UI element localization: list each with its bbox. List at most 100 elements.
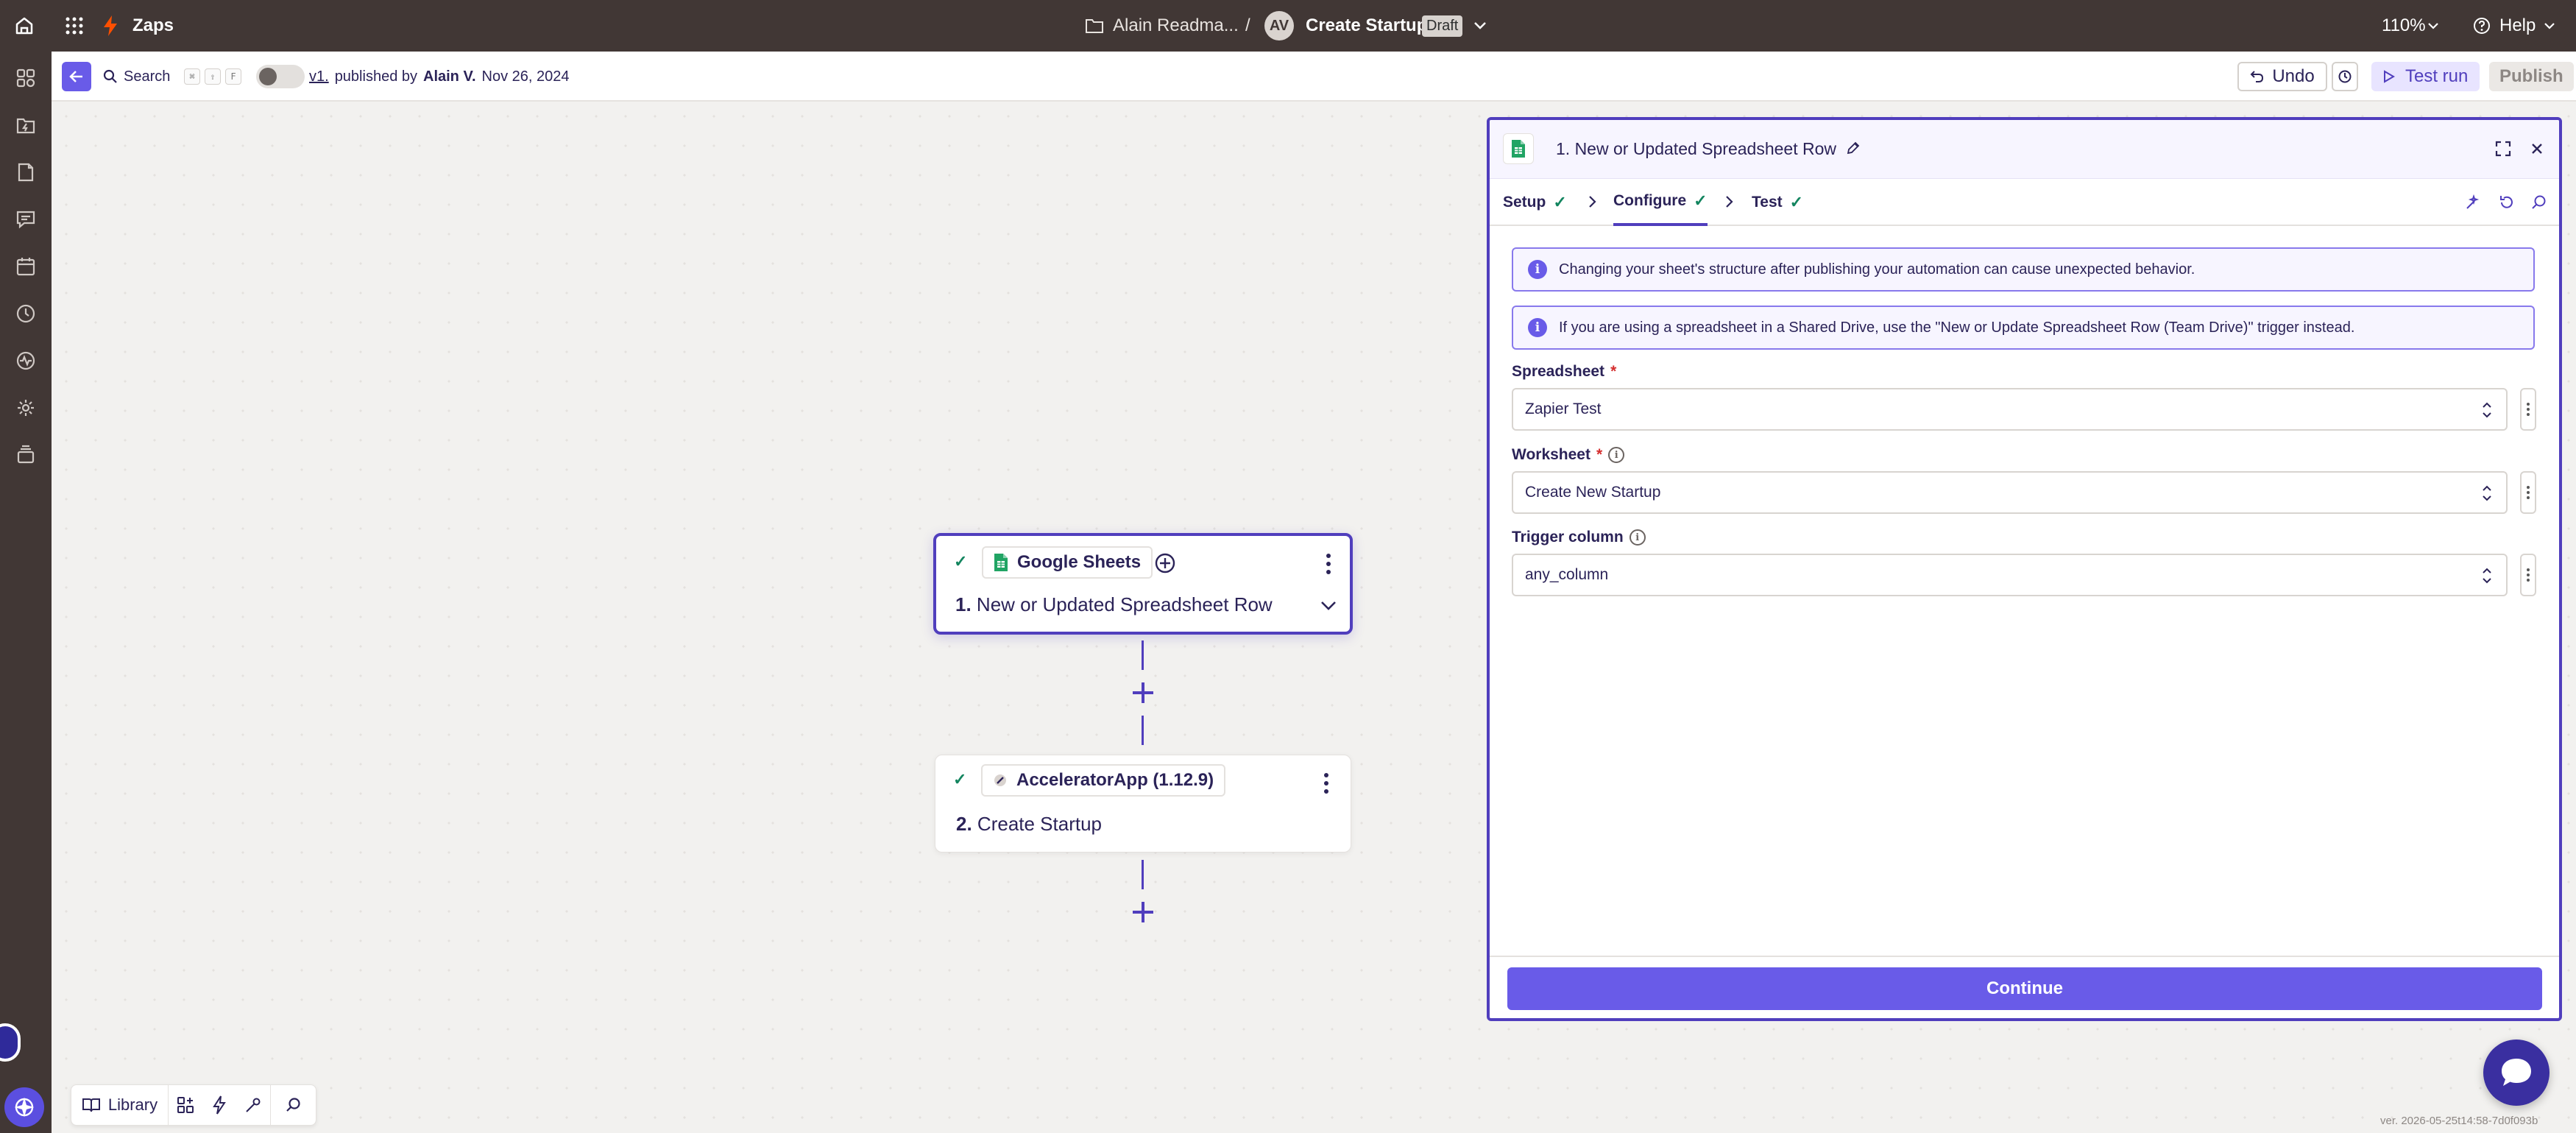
add-circle-icon[interactable]	[1154, 552, 1176, 578]
select-value: Zapier Test	[1525, 400, 1602, 417]
checkmark-icon: ✓	[1694, 191, 1708, 210]
library-button[interactable]: Library	[71, 1084, 169, 1126]
zaps-icon[interactable]	[13, 112, 39, 138]
zap-title[interactable]: Create Startup	[1306, 0, 1427, 52]
trigger-column-select[interactable]: any_column	[1512, 554, 2508, 596]
refresh-icon[interactable]	[2498, 194, 2516, 215]
more-options-icon[interactable]	[2520, 388, 2536, 431]
tables-icon[interactable]	[13, 159, 39, 186]
shortcut-key: ⇧	[205, 68, 221, 85]
editor-toolbar: Search ⌘ ⇧ F v1. published by Alain V. N…	[52, 52, 2576, 102]
search-label: Search	[124, 68, 171, 85]
copilot-icon[interactable]	[4, 1087, 44, 1127]
more-options-icon[interactable]	[2520, 471, 2536, 514]
calendar-icon[interactable]	[13, 253, 39, 280]
folder-name[interactable]: Alain Readma...	[1113, 0, 1239, 52]
zaps-link[interactable]: Zaps	[132, 0, 174, 52]
avatar[interactable]: AV	[1264, 0, 1294, 52]
version-text: ver. 2026-05-25t14:58-7d0f093b	[2380, 1115, 2538, 1127]
back-button[interactable]	[62, 52, 91, 102]
app-chip[interactable]: Google Sheets	[982, 546, 1153, 579]
add-step-plus-icon[interactable]	[1131, 900, 1155, 924]
settings-gear-icon[interactable]	[13, 395, 39, 421]
version-link[interactable]: v1.	[309, 68, 329, 85]
book-icon	[82, 1098, 100, 1112]
tab-configure[interactable]: Configure ✓	[1613, 179, 1708, 226]
expand-icon[interactable]	[2495, 141, 2511, 160]
info-text: If you are using a spreadsheet in a Shar…	[1559, 319, 2355, 336]
step-card-action[interactable]: ✓ AcceleratorApp (1.12.9) 2. Create Star…	[935, 755, 1351, 853]
search-icon[interactable]	[2530, 194, 2548, 215]
field-label-worksheet: Worksheet * i	[1512, 446, 1625, 464]
label-text: Spreadsheet	[1512, 363, 1605, 380]
tab-setup[interactable]: Setup ✓	[1503, 179, 1567, 226]
google-sheets-icon	[994, 554, 1008, 571]
step-card-trigger[interactable]: ✓ Google Sheets 1. New or Updated Spread…	[933, 533, 1353, 635]
ai-sparkle-icon[interactable]	[2464, 194, 2482, 215]
home-icon[interactable]	[13, 0, 35, 52]
label-text: Worksheet	[1512, 446, 1590, 463]
chevron-down-icon[interactable]	[1320, 601, 1337, 615]
history-icon[interactable]	[13, 300, 39, 327]
more-vertical-icon[interactable]	[1325, 554, 1332, 578]
chevron-down-icon[interactable]	[1473, 0, 1487, 52]
chevron-down-icon[interactable]	[2427, 0, 2439, 52]
app-chip[interactable]: AcceleratorApp (1.12.9)	[981, 764, 1226, 797]
spreadsheet-select[interactable]: Zapier Test	[1512, 388, 2508, 431]
google-sheets-icon	[1503, 133, 1534, 164]
dashboard-icon[interactable]	[13, 65, 39, 91]
more-vertical-icon[interactable]	[1323, 773, 1330, 797]
tab-test[interactable]: Test ✓	[1752, 179, 1803, 226]
undo-button[interactable]: Undo	[2237, 52, 2327, 102]
top-bar: Zaps Alain Readma... / AV Create Startup…	[0, 0, 2576, 52]
redo-history-button[interactable]	[2332, 52, 2358, 102]
help-menu[interactable]: Help	[2499, 0, 2536, 52]
label-text: Trigger column	[1512, 529, 1624, 546]
info-icon[interactable]: i	[1608, 447, 1625, 463]
interfaces-icon[interactable]	[13, 206, 39, 233]
breadcrumb-separator: /	[1245, 15, 1250, 35]
test-run-button[interactable]: Test run	[2371, 52, 2480, 102]
shortcut-key: F	[225, 68, 241, 85]
folder-icon[interactable]	[1085, 0, 1104, 52]
templates-icon[interactable]	[13, 442, 39, 468]
zap-on-off-toggle[interactable]	[256, 52, 305, 102]
canvas-bottom-toolbar: Library	[71, 1084, 316, 1126]
bolt-icon[interactable]	[202, 1084, 236, 1126]
status-badge: Draft	[1422, 0, 1463, 52]
published-date: Nov 26, 2024	[481, 68, 570, 85]
edit-pencil-icon[interactable]	[1846, 141, 1861, 159]
library-label: Library	[107, 1095, 158, 1114]
undo-icon	[2250, 71, 2264, 82]
apps-grid-icon[interactable]	[65, 0, 84, 52]
info-icon[interactable]: i	[1629, 529, 1646, 546]
close-icon[interactable]	[2530, 142, 2544, 159]
undo-label: Undo	[2272, 66, 2315, 86]
checkmark-icon: ✓	[954, 552, 968, 571]
worksheet-select[interactable]: Create New Startup	[1512, 471, 2508, 514]
add-app-icon[interactable]	[169, 1084, 202, 1126]
magic-wand-icon[interactable]	[236, 1084, 270, 1126]
zoom-level[interactable]: 110%	[2382, 0, 2426, 52]
search-button[interactable]: Search	[103, 52, 170, 102]
step-number: 1.	[955, 593, 972, 615]
info-banner: i Changing your sheet's structure after …	[1512, 247, 2535, 292]
chat-bubble-icon[interactable]	[2483, 1040, 2550, 1106]
step-title: 2. Create Startup	[956, 813, 1102, 836]
search-icon[interactable]	[270, 1084, 316, 1126]
checkmark-icon: ✓	[1789, 193, 1804, 211]
activity-icon[interactable]	[13, 347, 39, 374]
history-icon	[2338, 70, 2352, 83]
continue-button[interactable]: Continue	[1507, 967, 2542, 1010]
add-step-plus-icon[interactable]	[1131, 681, 1155, 705]
chevron-up-down-icon	[2483, 402, 2491, 418]
more-options-icon[interactable]	[2520, 554, 2536, 596]
arrow-left-icon[interactable]	[62, 62, 91, 91]
connector-line	[1142, 716, 1144, 745]
chevron-down-icon[interactable]	[2544, 0, 2555, 52]
publish-button[interactable]: Publish	[2489, 52, 2574, 102]
search-shortcut: ⌘ ⇧ F	[184, 52, 246, 102]
info-icon: i	[1528, 318, 1547, 337]
help-icon[interactable]	[2473, 0, 2491, 52]
step-config-panel: 1. New or Updated Spreadsheet Row Setup ✓…	[1487, 117, 2562, 1021]
